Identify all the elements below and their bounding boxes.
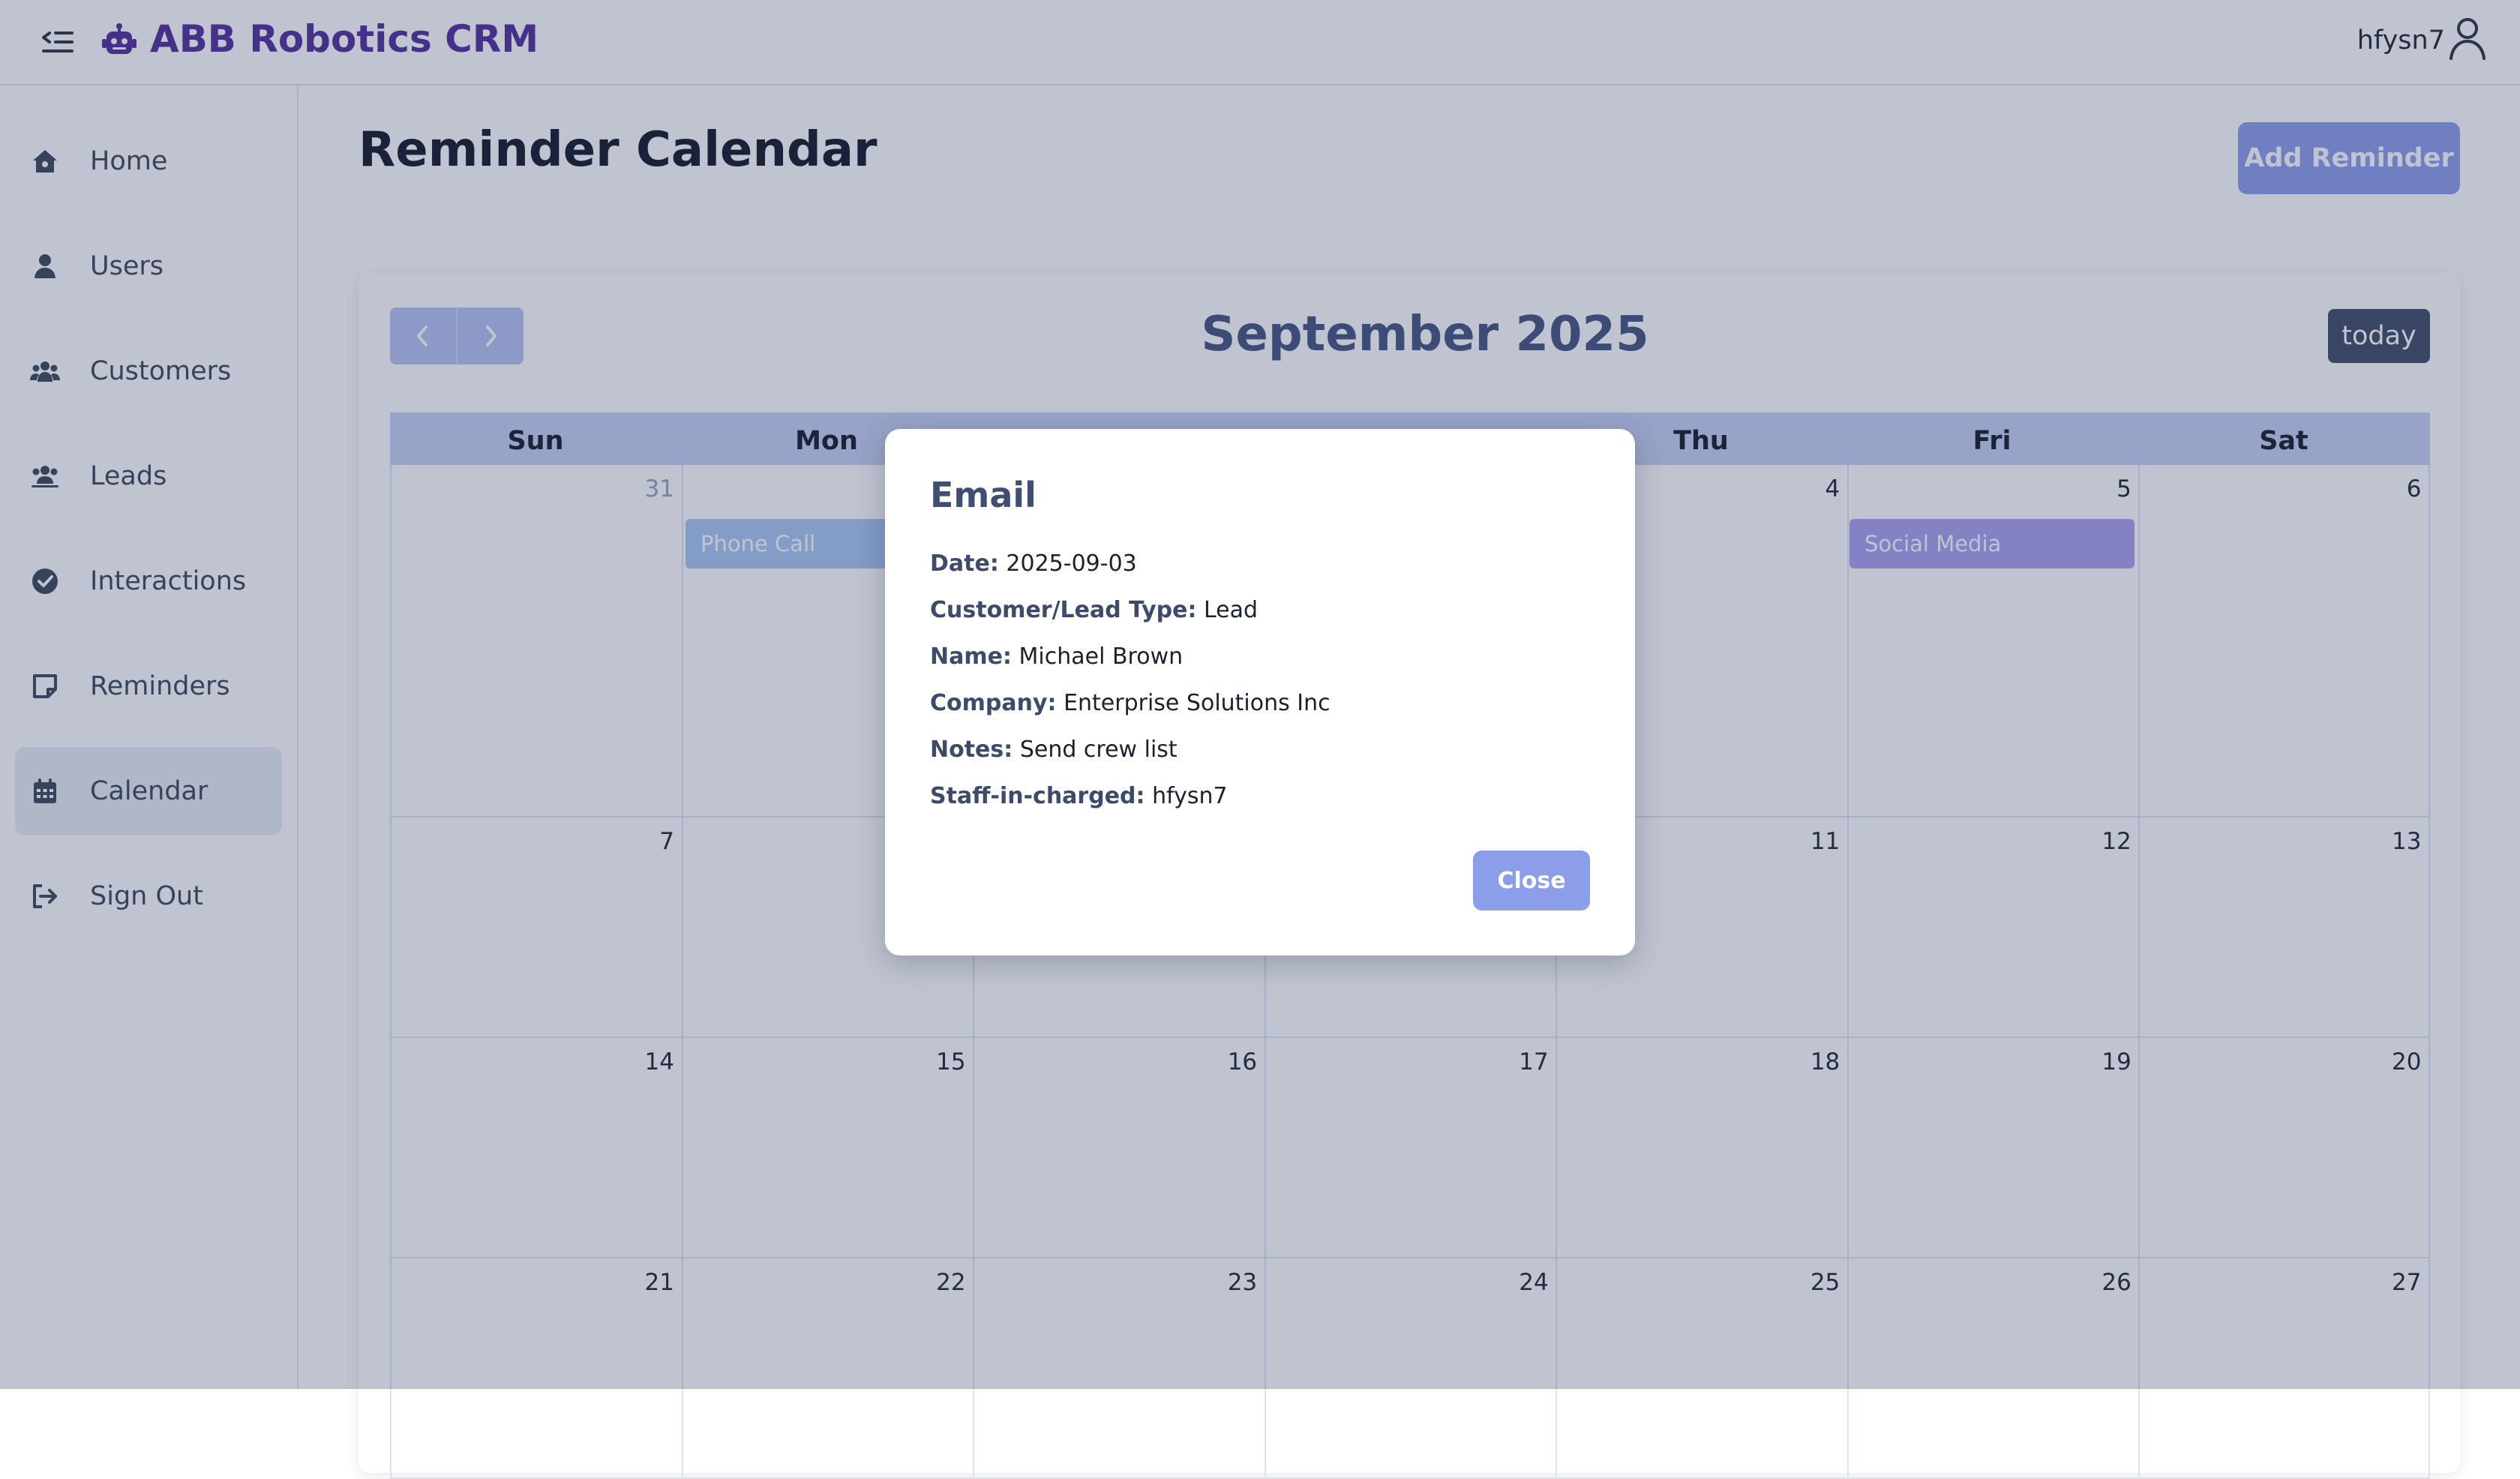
detail-date: Date: 2025-09-03 <box>930 549 1137 579</box>
modal-title: Email <box>930 475 1036 515</box>
detail-value: hfysn7 <box>1152 783 1228 809</box>
detail-label: Staff-in-charged: <box>930 783 1145 809</box>
detail-notes: Notes: Send crew list <box>930 735 1178 765</box>
detail-label: Company: <box>930 690 1057 716</box>
detail-value: Send crew list <box>1019 736 1178 763</box>
detail-label: Date: <box>930 550 999 577</box>
detail-value: Enterprise Solutions Inc <box>1064 690 1330 716</box>
detail-staff: Staff-in-charged: hfysn7 <box>930 782 1228 812</box>
detail-label: Name: <box>930 644 1012 670</box>
detail-value: 2025-09-03 <box>1006 550 1137 577</box>
event-detail-modal: Email Date: 2025-09-03 Customer/Lead Typ… <box>885 429 1635 956</box>
detail-company: Company: Enterprise Solutions Inc <box>930 688 1330 718</box>
detail-customer-lead-type: Customer/Lead Type: Lead <box>930 596 1258 626</box>
detail-label: Notes: <box>930 736 1013 763</box>
detail-value: Michael Brown <box>1018 644 1184 670</box>
detail-value: Lead <box>1204 597 1258 623</box>
close-button[interactable]: Close <box>1473 850 1590 910</box>
detail-label: Customer/Lead Type: <box>930 597 1197 623</box>
detail-name: Name: Michael Brown <box>930 642 1183 672</box>
